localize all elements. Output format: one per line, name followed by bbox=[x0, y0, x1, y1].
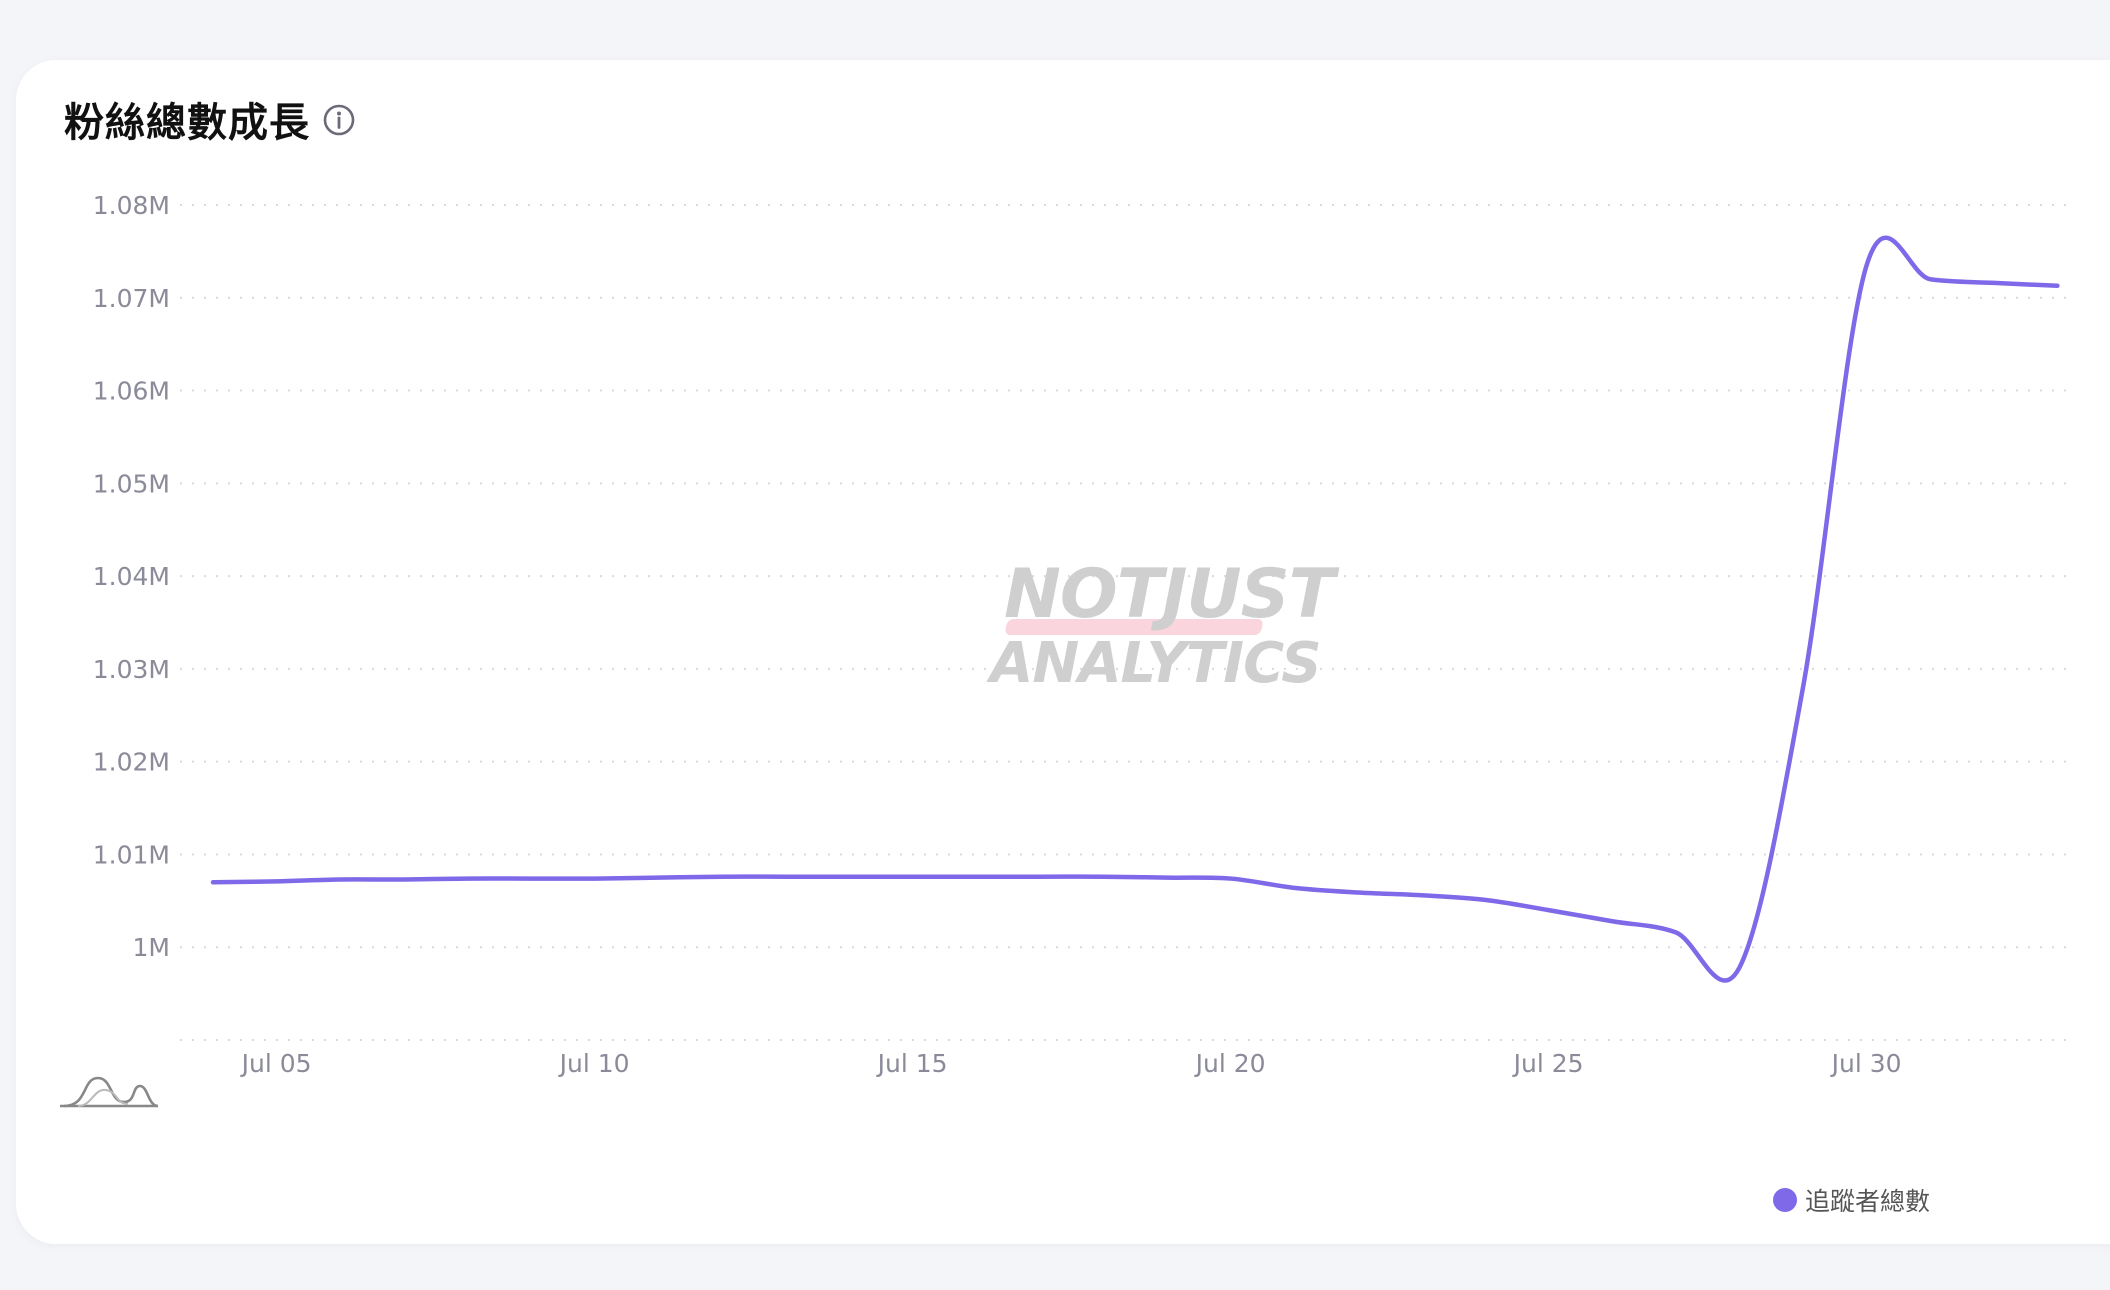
y-tick-label: 1.03M bbox=[93, 655, 170, 684]
data-point[interactable] bbox=[1797, 681, 1809, 693]
data-point[interactable] bbox=[1097, 871, 1109, 883]
data-point[interactable] bbox=[1606, 915, 1618, 927]
data-point[interactable] bbox=[1415, 889, 1427, 901]
data-point[interactable] bbox=[1670, 926, 1682, 938]
data-point[interactable] bbox=[1479, 894, 1491, 906]
data-point[interactable] bbox=[461, 873, 473, 885]
data-point[interactable] bbox=[589, 873, 601, 885]
data-point[interactable] bbox=[398, 873, 410, 885]
data-point[interactable] bbox=[525, 873, 537, 885]
data-point[interactable] bbox=[716, 871, 728, 883]
data-point[interactable] bbox=[907, 871, 919, 883]
data-point[interactable] bbox=[843, 871, 855, 883]
watermark-text-line1: NOTJUST bbox=[1004, 555, 1335, 634]
y-tick-label: 1.06M bbox=[93, 377, 170, 406]
y-tick-label: 1.05M bbox=[93, 469, 170, 498]
data-point[interactable] bbox=[1733, 962, 1745, 974]
watermark-text-line2: ANALYTICS bbox=[990, 631, 1322, 696]
data-point[interactable] bbox=[1034, 871, 1046, 883]
y-tick-label: 1M bbox=[133, 933, 170, 962]
legend-item-followers[interactable]: 追蹤者總數 bbox=[1773, 1182, 1930, 1218]
watermark-logo: NOTJUST ANALYTICS bbox=[990, 555, 1335, 696]
x-tick-label: Jul 30 bbox=[1830, 1049, 1902, 1078]
data-point[interactable] bbox=[970, 871, 982, 883]
curve-smoothing-icon[interactable] bbox=[58, 1074, 160, 1110]
y-tick-label: 1.04M bbox=[93, 562, 170, 591]
data-point[interactable] bbox=[779, 871, 791, 883]
data-point[interactable] bbox=[1861, 259, 1873, 271]
y-tick-label: 1.07M bbox=[93, 284, 170, 313]
x-tick-label: Jul 20 bbox=[1194, 1049, 1266, 1078]
data-point[interactable] bbox=[652, 872, 664, 884]
x-tick-label: Jul 10 bbox=[558, 1049, 630, 1078]
data-point[interactable] bbox=[1225, 873, 1237, 885]
data-point[interactable] bbox=[1988, 277, 2000, 289]
data-point[interactable] bbox=[1543, 904, 1555, 916]
x-tick-label: Jul 15 bbox=[876, 1049, 948, 1078]
y-tick-label: 1.02M bbox=[93, 748, 170, 777]
data-point[interactable] bbox=[1352, 886, 1364, 898]
data-point[interactable] bbox=[271, 875, 283, 887]
data-point[interactable] bbox=[1924, 273, 1936, 285]
y-tick-label: 1.01M bbox=[93, 840, 170, 869]
data-point[interactable] bbox=[207, 876, 219, 888]
data-point[interactable] bbox=[2051, 280, 2063, 292]
legend-label: 追蹤者總數 bbox=[1805, 1187, 1931, 1216]
y-tick-label: 1.08M bbox=[93, 191, 170, 220]
x-tick-label: Jul 25 bbox=[1512, 1049, 1584, 1078]
data-point[interactable] bbox=[1161, 872, 1173, 884]
legend-dot bbox=[1773, 1188, 1797, 1212]
x-tick-label: Jul 05 bbox=[240, 1049, 312, 1078]
data-point[interactable] bbox=[334, 873, 346, 885]
data-point[interactable] bbox=[1288, 882, 1300, 894]
